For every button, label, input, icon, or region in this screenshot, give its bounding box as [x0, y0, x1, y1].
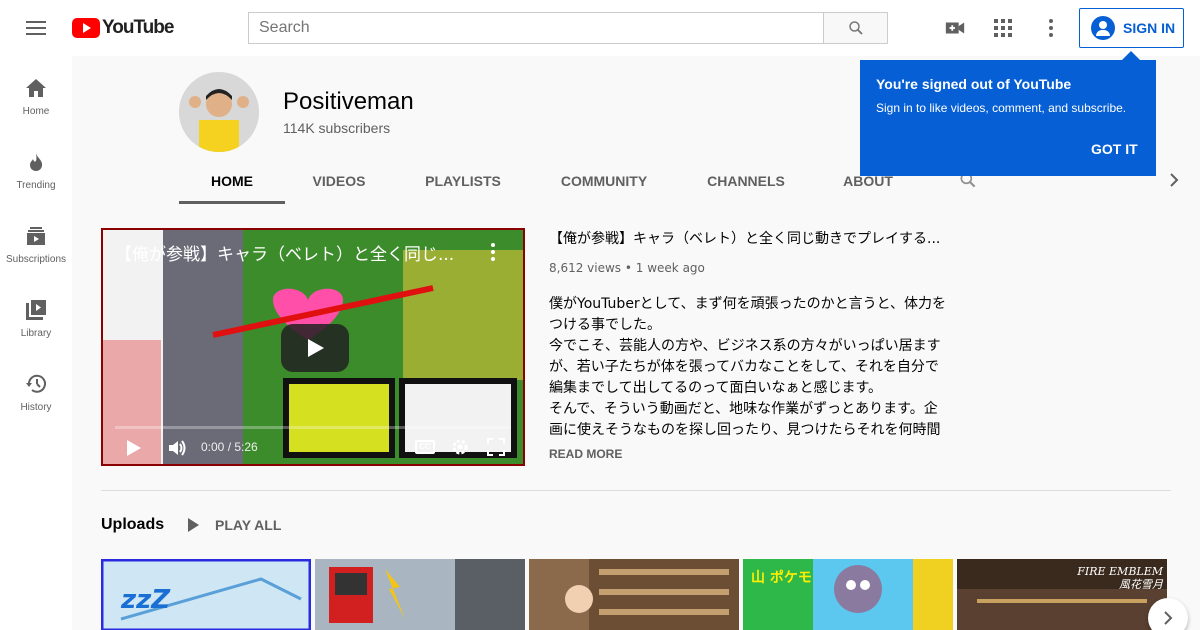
- channel-name: Positiveman: [283, 88, 414, 115]
- settings-more-button[interactable]: [1039, 16, 1063, 40]
- guide-sidebar: Home Trending Subscriptions Library Hist…: [0, 56, 72, 630]
- history-icon: [24, 372, 48, 396]
- upload-age: 1 week ago: [635, 261, 705, 275]
- large-play-button[interactable]: [281, 324, 349, 372]
- guide-item-subscriptions[interactable]: Subscriptions: [0, 204, 72, 278]
- upload-thumbnail[interactable]: zzZ: [101, 559, 311, 630]
- popup-body: Sign in to like videos, comment, and sub…: [876, 101, 1127, 115]
- guide-label: History: [20, 402, 52, 413]
- more-vertical-icon[interactable]: [489, 242, 497, 262]
- featured-video-player[interactable]: 【俺が参戦】キャラ（ベレト）と全く同じ... 0:00 / 5:26 CC: [101, 228, 525, 466]
- description-paragraph: 僕がYouTuberとして、まず何を頑張ったのかと言うと、体力をつける事でした。: [549, 296, 947, 333]
- guide-item-library[interactable]: Library: [0, 278, 72, 352]
- hamburger-menu-icon[interactable]: [24, 16, 48, 40]
- search-button[interactable]: [823, 12, 888, 44]
- tab-channels[interactable]: CHANNELS: [675, 160, 817, 204]
- description-paragraph: 今でこそ、芸能人の方や、ビジネス系の方々がいっぱい居ますが、若い子たちが体を張っ…: [549, 338, 941, 396]
- upload-thumbnail[interactable]: [529, 559, 739, 630]
- masthead: YouTube SIGN IN: [0, 0, 1200, 56]
- home-icon: [24, 76, 48, 100]
- more-vertical-icon: [1049, 19, 1053, 37]
- view-count: 8,612 views: [549, 261, 622, 275]
- search-input[interactable]: [248, 12, 824, 44]
- play-all-button[interactable]: PLAY ALL: [188, 516, 281, 534]
- progress-bar[interactable]: [115, 426, 511, 429]
- subscriber-count: 114K subscribers: [283, 120, 391, 136]
- youtube-play-logo-icon: [72, 18, 100, 38]
- captions-icon[interactable]: CC: [415, 440, 435, 454]
- apps-button[interactable]: [991, 16, 1015, 40]
- channel-avatar[interactable]: [179, 72, 259, 152]
- create-video-button[interactable]: [943, 16, 967, 40]
- youtube-logo[interactable]: YouTube: [72, 17, 174, 39]
- got-it-button[interactable]: GOT IT: [1091, 141, 1138, 157]
- sign-in-button[interactable]: SIGN IN: [1079, 8, 1184, 48]
- description-paragraph: そんで、そういう動画だと、地味な作業がずっとあります。企画に使えそうなものを探し…: [549, 401, 941, 438]
- time-display: 0:00 / 5:26: [201, 440, 258, 454]
- tab-playlists[interactable]: PLAYLISTS: [393, 160, 533, 204]
- popup-title: You're signed out of YouTube: [876, 76, 1072, 92]
- video-overlay-title[interactable]: 【俺が参戦】キャラ（ベレト）と全く同じ...: [115, 240, 475, 265]
- guide-label: Subscriptions: [5, 254, 67, 265]
- channel-home-content: 【俺が参戦】キャラ（ベレト）と全く同じ... 0:00 / 5:26 CC 【俺…: [72, 204, 1200, 630]
- guide-label: Trending: [16, 180, 56, 191]
- player-controls: 0:00 / 5:26 CC: [103, 426, 523, 464]
- play-icon: [188, 518, 199, 532]
- thumbnail-text: 山 ポケモ: [751, 570, 812, 586]
- section-divider: [101, 490, 1171, 491]
- upload-thumbnail[interactable]: [315, 559, 525, 630]
- logo-text: YouTube: [102, 17, 174, 38]
- library-icon: [24, 298, 48, 322]
- guide-item-history[interactable]: History: [0, 352, 72, 426]
- uploads-shelf-title[interactable]: Uploads: [101, 516, 164, 534]
- featured-video-description: 僕がYouTuberとして、まず何を頑張ったのかと言うと、体力をつける事でした。…: [549, 294, 949, 442]
- thumbnail-text: FIRE EMBLEM 風花雪月: [1077, 565, 1163, 591]
- guide-label: Home: [22, 106, 50, 117]
- featured-video-meta: 8,612 views • 1 week ago: [549, 261, 705, 275]
- search-icon: [848, 21, 863, 35]
- play-all-label: PLAY ALL: [215, 517, 282, 533]
- play-icon[interactable]: [127, 440, 141, 456]
- volume-icon[interactable]: [167, 438, 187, 458]
- guide-item-trending[interactable]: Trending: [0, 130, 72, 204]
- settings-gear-icon[interactable]: [451, 438, 469, 456]
- tab-videos[interactable]: VIDEOS: [285, 160, 393, 204]
- upload-thumbnail[interactable]: FIRE EMBLEM 風花雪月: [957, 559, 1167, 630]
- sign-in-label: SIGN IN: [1123, 20, 1176, 36]
- apps-grid-icon: [994, 19, 1012, 37]
- account-circle-icon: [1091, 16, 1115, 40]
- shelf-next-button[interactable]: [1148, 598, 1188, 630]
- upload-thumbnail[interactable]: 山 ポケモ: [743, 559, 953, 630]
- read-more-button[interactable]: READ MORE: [549, 447, 622, 461]
- fullscreen-icon[interactable]: [487, 438, 505, 456]
- tabs-chevron-right-icon[interactable]: [1164, 170, 1184, 190]
- featured-video-title[interactable]: 【俺が参戦】キャラ（ベレト）と全く同じ動きでプレイする...: [549, 228, 949, 248]
- video-camera-add-icon: [945, 22, 965, 34]
- tab-home[interactable]: HOME: [179, 160, 285, 204]
- signed-out-popup: You're signed out of YouTube Sign in to …: [860, 51, 1156, 176]
- thumbnail-text: zzZ: [121, 585, 171, 615]
- flame-icon: [24, 150, 48, 174]
- tab-community[interactable]: COMMUNITY: [533, 160, 675, 204]
- guide-item-home[interactable]: Home: [0, 56, 72, 130]
- chevron-right-icon: [1164, 611, 1173, 625]
- subscriptions-icon: [24, 224, 48, 248]
- guide-label: Library: [20, 328, 52, 339]
